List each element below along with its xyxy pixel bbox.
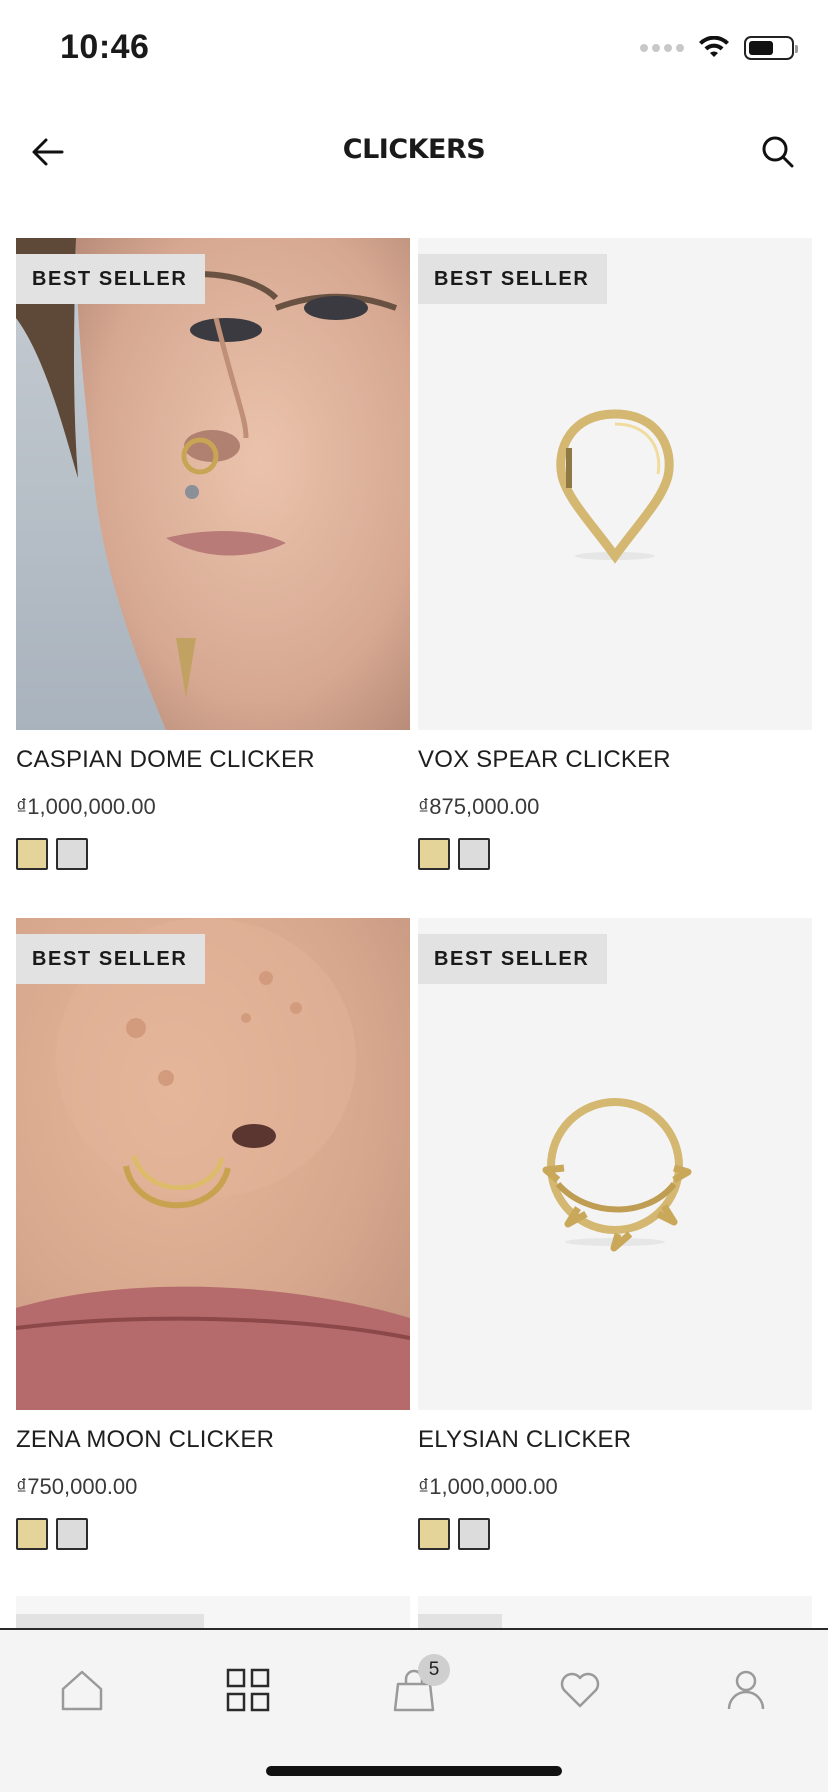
search-button[interactable] bbox=[758, 132, 798, 172]
product-name[interactable]: ZENA MOON CLICKER bbox=[16, 1426, 410, 1458]
best-seller-badge: BEST SELLER bbox=[16, 934, 206, 984]
tab-cart[interactable]: 5 bbox=[384, 1654, 450, 1720]
model-face-nose-clicker-image bbox=[16, 238, 410, 730]
product-card[interactable]: BEST SELLER ELYSIAN CLICKER ₫1,000,000.0… bbox=[418, 918, 812, 1598]
gold-swatch[interactable] bbox=[418, 838, 450, 870]
product-price: ₫750,000.00 bbox=[16, 1474, 138, 1499]
product-name[interactable]: CASPIAN DOME CLICKER bbox=[16, 746, 410, 778]
product-image[interactable]: BEST SELLER bbox=[16, 238, 410, 730]
tab-home[interactable] bbox=[52, 1660, 112, 1720]
product-price: ₫1,000,000.00 bbox=[418, 1474, 558, 1499]
gold-thorn-clicker-image bbox=[418, 918, 812, 1410]
product-card-partial[interactable] bbox=[418, 1596, 812, 1630]
user-icon bbox=[727, 1670, 765, 1710]
product-name[interactable]: ELYSIAN CLICKER bbox=[418, 1426, 812, 1458]
home-indicator bbox=[266, 1766, 562, 1776]
best-seller-badge: BEST SELLER bbox=[418, 934, 608, 984]
product-price: ₫875,000.00 bbox=[418, 794, 540, 819]
tab-categories[interactable] bbox=[218, 1660, 278, 1720]
tab-bar: 5 bbox=[0, 1628, 828, 1792]
cart-count-badge: 5 bbox=[418, 1654, 450, 1686]
gold-spear-clicker-image bbox=[418, 238, 812, 730]
color-swatches bbox=[16, 1518, 410, 1550]
product-image[interactable]: BEST SELLER bbox=[418, 238, 812, 730]
tab-wishlist[interactable] bbox=[550, 1660, 610, 1720]
gold-swatch[interactable] bbox=[16, 1518, 48, 1550]
product-card[interactable]: BEST SELLER VOX SPEAR CLICKER ₫875,000.0… bbox=[418, 238, 812, 918]
product-name[interactable]: VOX SPEAR CLICKER bbox=[418, 746, 812, 778]
battery-icon bbox=[744, 36, 798, 60]
color-swatches bbox=[16, 838, 410, 870]
search-icon bbox=[762, 136, 794, 168]
best-seller-badge: BEST SELLER bbox=[16, 254, 206, 304]
status-time: 10:46 bbox=[60, 28, 150, 66]
gold-swatch[interactable] bbox=[16, 838, 48, 870]
tab-account[interactable] bbox=[716, 1660, 776, 1720]
product-card[interactable]: BEST SELLER CASPIAN DOME CLICKER ₫1,000,… bbox=[16, 238, 410, 918]
product-image[interactable]: BEST SELLER bbox=[418, 918, 812, 1410]
color-swatches bbox=[418, 1518, 812, 1550]
header: CLICKERS bbox=[0, 100, 828, 204]
product-card[interactable]: BEST SELLER ZENA MOON CLICKER ₫750,000.0… bbox=[16, 918, 410, 1598]
silver-swatch[interactable] bbox=[458, 838, 490, 870]
product-image[interactable]: BEST SELLER bbox=[16, 918, 410, 1410]
heart-icon bbox=[560, 1672, 600, 1708]
product-card-partial[interactable] bbox=[16, 1596, 410, 1630]
silver-swatch[interactable] bbox=[56, 1518, 88, 1550]
status-icons bbox=[640, 36, 798, 60]
nose-closeup-moon-clicker-image bbox=[16, 918, 410, 1410]
gold-swatch[interactable] bbox=[418, 1518, 450, 1550]
status-bar: 10:46 bbox=[0, 0, 828, 100]
home-icon bbox=[61, 1670, 103, 1711]
wifi-icon bbox=[699, 36, 729, 57]
product-grid: BEST SELLER CASPIAN DOME CLICKER ₫1,000,… bbox=[16, 238, 812, 1598]
best-seller-badge: BEST SELLER bbox=[418, 254, 608, 304]
silver-swatch[interactable] bbox=[56, 838, 88, 870]
signal-icon bbox=[640, 44, 684, 52]
silver-swatch[interactable] bbox=[458, 1518, 490, 1550]
grid-icon bbox=[226, 1668, 270, 1712]
color-swatches bbox=[418, 838, 812, 870]
page-title: CLICKERS bbox=[342, 134, 486, 165]
next-row-preview bbox=[16, 1596, 812, 1630]
product-price: ₫1,000,000.00 bbox=[16, 794, 156, 819]
